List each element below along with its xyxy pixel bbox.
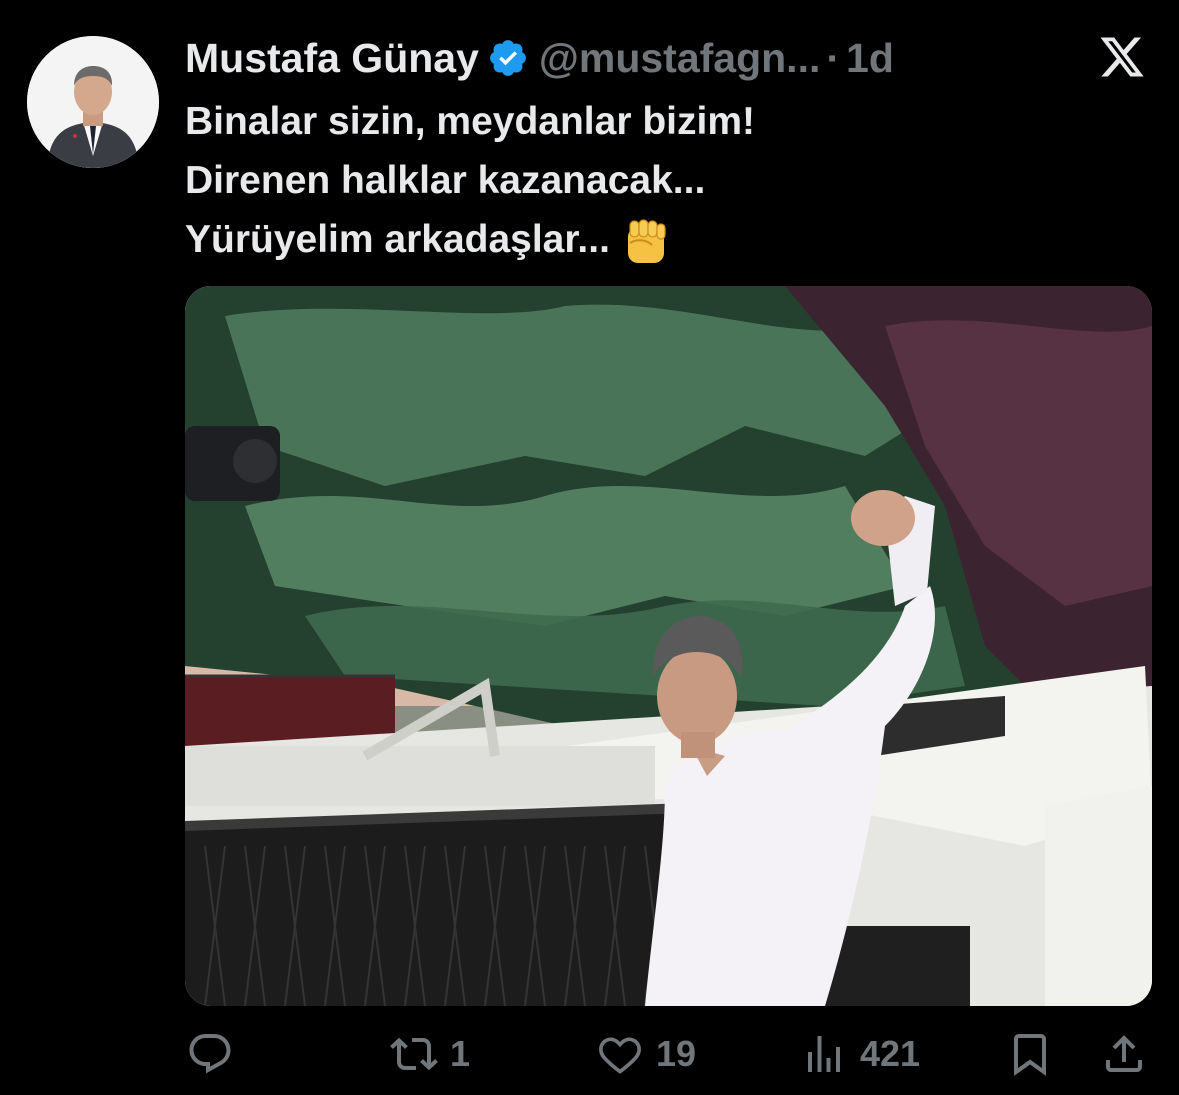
tweet-text-line-content: Yürüyelim arkadaşlar...: [185, 218, 610, 261]
heart-icon: [599, 1037, 641, 1074]
retweet-count: 1: [450, 1033, 471, 1074]
verified-badge-icon: [489, 40, 526, 76]
views-icon: [808, 1036, 840, 1072]
raised-fist-emoji-icon: [627, 219, 666, 263]
separator-dot: ·: [826, 35, 841, 81]
tweet-header: Mustafa Günay @mustafagn... · 1d: [185, 30, 894, 86]
tweet-actions: 1 19 421: [0, 1030, 1179, 1090]
retweet-button[interactable]: 1: [390, 1030, 470, 1078]
like-count: 19: [656, 1033, 697, 1074]
tweet-text: Binalar sizin, meydanlar bizim! Direnen …: [185, 92, 755, 269]
avatar[interactable]: [27, 36, 159, 168]
views-count: 421: [860, 1033, 921, 1074]
author-handle[interactable]: @mustafagn...: [539, 30, 820, 86]
reply-button[interactable]: [186, 1030, 246, 1078]
photo-protest-scene: [185, 286, 1152, 1006]
bookmark-button[interactable]: [1006, 1030, 1054, 1078]
views-button[interactable]: 421: [800, 1030, 920, 1078]
tweet-text-line: Binalar sizin, meydanlar bizim!: [185, 100, 755, 143]
reply-icon: [189, 1034, 231, 1074]
tweet-text-line: Direnen halklar kazanacak...: [185, 159, 706, 202]
bookmark-icon: [1014, 1034, 1046, 1076]
like-button[interactable]: 19: [596, 1030, 696, 1078]
share-button[interactable]: [1100, 1030, 1148, 1078]
tweet-text-line: Yürüyelim arkadaşlar...: [185, 210, 755, 269]
share-icon: [1106, 1035, 1142, 1072]
x-logo-icon[interactable]: [1098, 33, 1146, 81]
retweet-icon: [390, 1037, 438, 1071]
tweet-timestamp[interactable]: 1d: [846, 30, 894, 86]
tweet-photo[interactable]: [185, 286, 1152, 1006]
tweet[interactable]: Mustafa Günay @mustafagn... · 1d Binalar…: [0, 0, 1179, 1095]
author-display-name[interactable]: Mustafa Günay: [185, 30, 479, 86]
